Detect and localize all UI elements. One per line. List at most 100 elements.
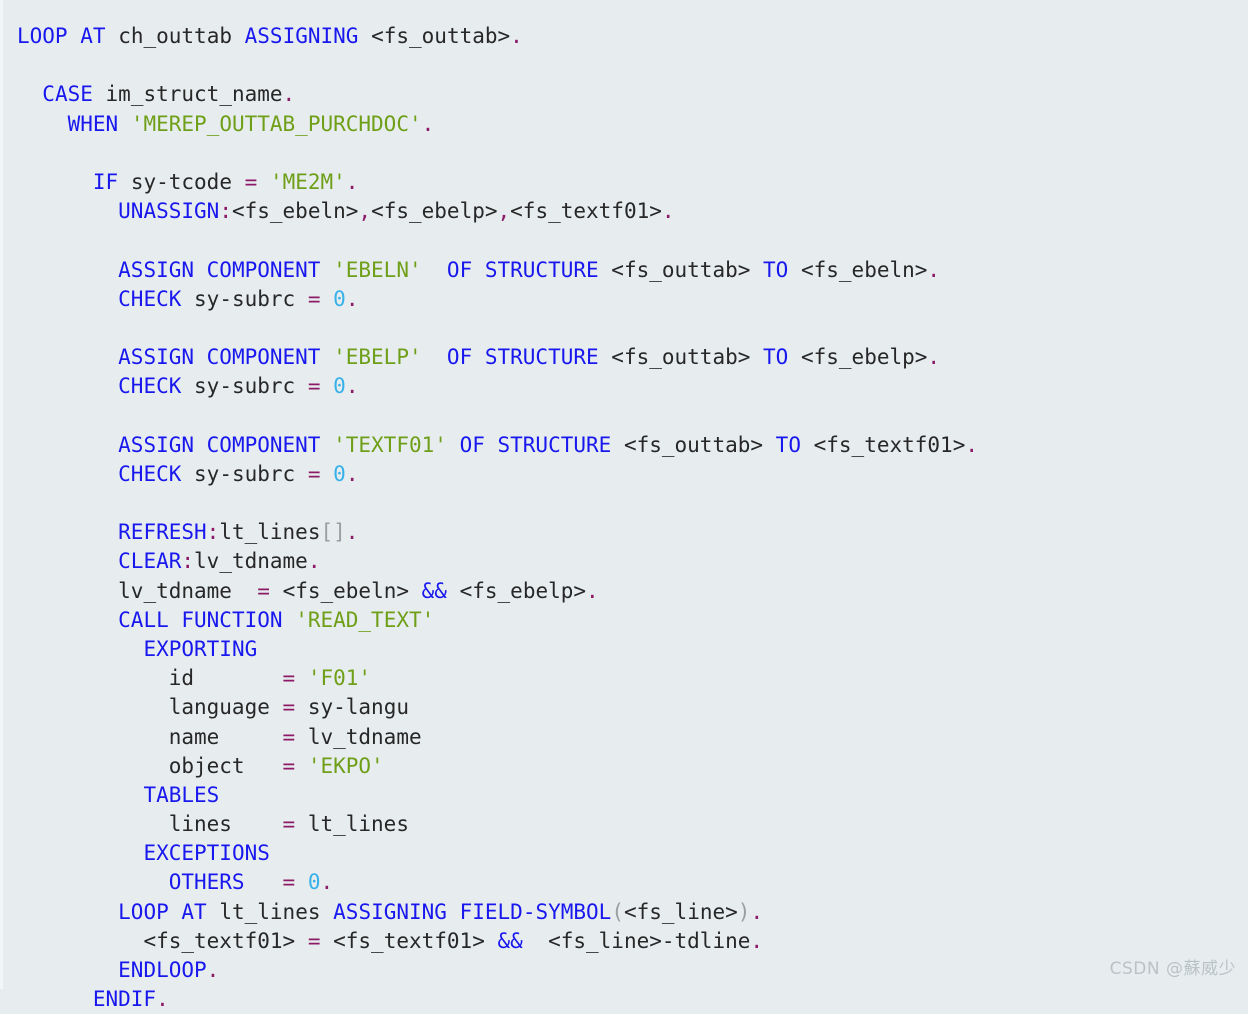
code-line: name = lv_tdname: [17, 723, 978, 752]
code-token-op: =: [282, 812, 296, 837]
code-token-num: 0: [333, 286, 346, 311]
code-line: OTHERS = 0.: [17, 868, 978, 897]
code-line: LOOP AT ch_outtab ASSIGNING <fs_outtab>.: [17, 22, 978, 51]
code-token-id: sy-subrc: [194, 286, 296, 311]
code-token-op: =: [307, 928, 321, 953]
code-line: CHECK sy-subrc = 0.: [17, 372, 978, 401]
code-line: ASSIGN COMPONENT 'TEXTF01' OF STRUCTURE …: [17, 431, 978, 460]
code-token-punc: .: [927, 257, 941, 282]
code-token-id: ch_outtab: [118, 24, 232, 48]
code-token-str: 'TEXTF01': [333, 432, 447, 457]
code-token-kw: ASSIGNING: [333, 899, 447, 924]
code-line: CALL FUNCTION 'READ_TEXT': [17, 606, 978, 635]
code-token-num: 0: [307, 870, 321, 895]
code-token-punc: :: [181, 549, 195, 574]
code-token-op: =: [244, 169, 258, 194]
code-token-kw: ASSIGN COMPONENT: [118, 257, 321, 282]
code-line: <fs_textf01> = <fs_textf01> && <fs_line>…: [17, 927, 978, 956]
code-line: IF sy-tcode = 'ME2M'.: [17, 168, 978, 197]
code-token-fs: <fs_ebeln>: [231, 199, 359, 224]
code-line: object = 'EKPO': [17, 752, 978, 781]
code-line: WHEN 'MEREP_OUTTAB_PURCHDOC'.: [17, 110, 978, 139]
code-token-kw: TO: [763, 345, 789, 370]
code-token-str: 'MEREP_OUTTAB_PURCHDOC': [130, 111, 422, 136]
code-token-kw: CHECK: [118, 374, 182, 399]
code-token-kw: EXCEPTIONS: [143, 841, 270, 866]
code-token-op: =: [282, 724, 296, 749]
code-token-brk: ): [737, 899, 751, 924]
code-token-num: 0: [333, 374, 346, 399]
code-line: CHECK sy-subrc = 0.: [17, 460, 978, 489]
code-token-kw: AT: [80, 24, 106, 48]
code-token-kw: CASE: [42, 82, 93, 107]
code-token-id: lv_tdname: [307, 724, 422, 749]
code-token-kw: ENDIF: [92, 987, 157, 1012]
code-token-id: id: [168, 666, 195, 691]
code-token-id: sy-langu: [307, 695, 409, 720]
code-token-id: object: [168, 753, 245, 778]
code-token-kw: OTHERS: [168, 870, 245, 895]
code-line: EXPORTING: [17, 635, 978, 664]
code-token-kw: TO: [763, 257, 789, 282]
code-token-fs: <fs_textf01>: [813, 432, 966, 457]
code-token-fs: <fs_ebeln>: [800, 257, 928, 282]
code-token-op: =: [282, 870, 296, 895]
watermark: CSDN @蘇威少: [1109, 959, 1236, 979]
code-token-kw: CALL FUNCTION: [118, 607, 283, 632]
code-token-kw: REFRESH: [118, 520, 207, 545]
code-token-id: lt_lines: [307, 812, 409, 837]
code-token-op: =: [307, 286, 321, 311]
code-token-fs: <fs_outtab>: [371, 24, 511, 48]
code-token-op: =: [282, 753, 296, 778]
code-token-kw: TO: [775, 432, 801, 457]
code-token-kw: LOOP: [118, 899, 169, 924]
code-token-punc: .: [750, 899, 764, 924]
code-token-id: language: [168, 695, 270, 720]
code-token-num: 0: [333, 461, 346, 486]
code-line: CHECK sy-subrc = 0.: [17, 285, 978, 314]
code-block[interactable]: LOOP AT ch_outtab ASSIGNING <fs_outtab>.…: [17, 22, 978, 1014]
code-line: ENDLOOP.: [17, 956, 978, 985]
code-line: CLEAR:lv_tdname.: [17, 547, 978, 576]
